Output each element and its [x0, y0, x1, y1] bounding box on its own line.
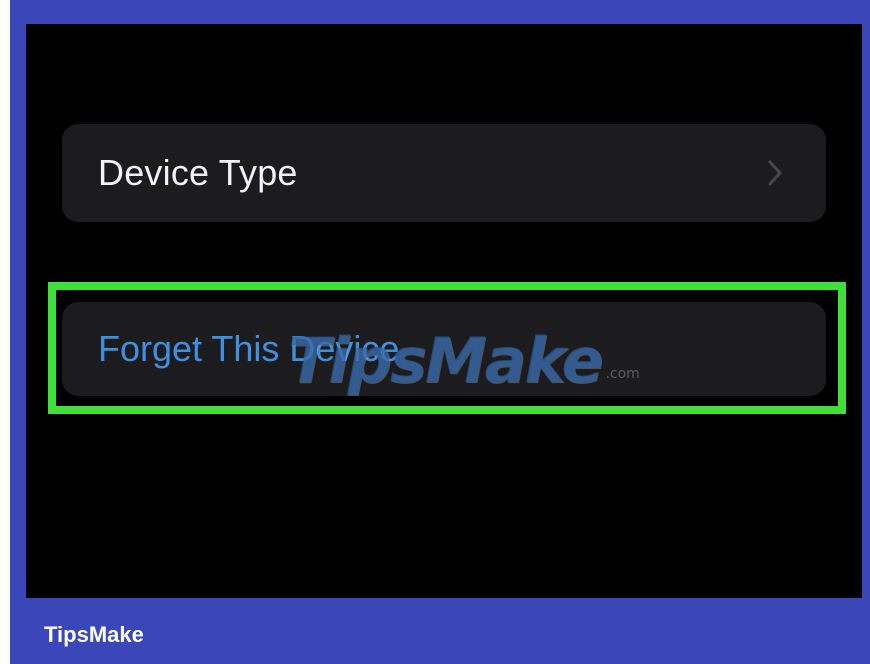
device-type-row[interactable]: Device Type [62, 124, 826, 222]
chevron-right-icon [764, 158, 786, 188]
device-type-label: Device Type [98, 152, 298, 193]
phone-screen: Device Type Forget This Device TipsMake … [26, 24, 862, 598]
brand-label: TipsMake [44, 622, 144, 647]
tutorial-frame: Device Type Forget This Device TipsMake … [0, 0, 870, 664]
highlight-box [48, 282, 846, 414]
white-edge [0, 0, 10, 664]
